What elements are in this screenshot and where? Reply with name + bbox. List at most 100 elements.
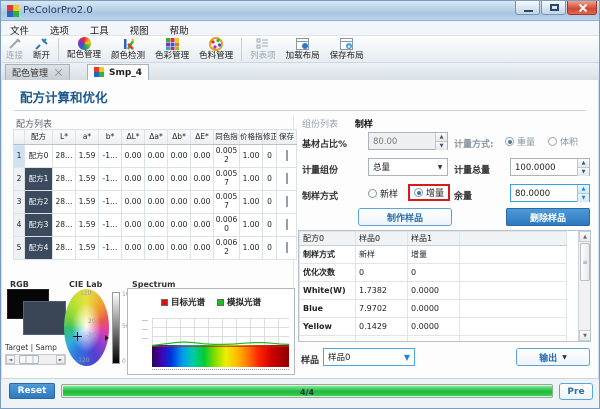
connect-icon <box>7 37 22 51</box>
menu-options[interactable]: 选项 <box>41 21 78 37</box>
title-divider <box>14 110 586 111</box>
axis-label: -20 <box>86 332 96 339</box>
save-layout-button[interactable]: 保存布局 <box>325 36 369 63</box>
formula-header-row: 配方 L* a* b* ΔL* Δa* Δb* ΔE* 同色指 价格指 修正次 … <box>14 130 297 145</box>
sample-table-row[interactable]: 制样方式 新样 增量 <box>300 246 567 264</box>
close-button[interactable] <box>567 1 597 15</box>
formula-row[interactable]: 4 配方3 28… 1.59 -1… 0.00 0.00 0.00 0.00 0… <box>14 214 297 237</box>
measure-comp-dropdown[interactable]: 总量 ▼ <box>368 158 448 176</box>
radio-increment[interactable]: 增量 <box>414 186 444 199</box>
sample-table-row[interactable]: White(W) 1.7382 0.0000 <box>300 282 567 300</box>
vertical-scrollbar[interactable]: ▲ ≡ ▼ <box>578 231 590 341</box>
scrollbar-thumb <box>19 355 39 364</box>
swatch-caption: Target | Samp <box>5 343 57 352</box>
pre-button[interactable]: Pre <box>559 383 593 400</box>
toolbar: 连接 断开 配色管理 颜色检测 色彩管理 色料管理 列表项 <box>1 36 599 63</box>
scroll-left-icon: ◄ <box>6 355 15 364</box>
color-match-manage-button[interactable]: 配色管理 <box>62 36 106 63</box>
connect-button[interactable]: 连接 <box>1 36 28 63</box>
colorant-icon <box>209 37 224 51</box>
sample-table-row[interactable]: Yellow 0.1429 0.0000 <box>300 318 567 336</box>
window-title: PeColorPro2.0 <box>23 5 93 16</box>
close-tab-icon[interactable] <box>54 68 63 77</box>
menu-help[interactable]: 帮助 <box>161 21 198 37</box>
scroll-down-icon: ▼ <box>579 330 591 341</box>
sample-table-row[interactable]: Red 122 10.1487 0.0000 <box>300 336 567 343</box>
disconnect-button[interactable]: 断开 <box>28 36 55 63</box>
radio-new-sample[interactable]: 新样 <box>368 187 398 200</box>
measure-mode-label: 计量方式: <box>454 137 494 150</box>
load-layout-button[interactable]: 加载布局 <box>281 36 325 63</box>
save-checkbox[interactable] <box>286 196 288 207</box>
menu-view[interactable]: 视图 <box>121 21 158 37</box>
spectrum-legend: 目标光谱 模拟光谱 <box>128 289 294 308</box>
disconnect-icon <box>34 37 49 51</box>
radio-volume[interactable]: 体积 <box>548 135 578 148</box>
rgb-panel-title: RGB <box>10 280 29 289</box>
radio-icon <box>414 188 423 197</box>
make-sample-button[interactable]: 制作样品 <box>358 208 452 226</box>
save-checkbox[interactable] <box>286 219 288 230</box>
color-manage-button[interactable]: 色彩管理 <box>150 36 194 63</box>
spectrum-chart: 目标光谱 模拟光谱 <box>127 288 295 375</box>
chevron-down-icon: ▼ <box>400 353 414 362</box>
main-content: 配方计算和优化 配方列表 配方 L* a* b* ΔL* Δa* Δb* ΔE*… <box>2 80 598 378</box>
lab-color-ellipse <box>64 289 109 366</box>
reset-button[interactable]: Reset <box>9 383 55 399</box>
horizontal-scrollbar[interactable]: ◄ ► <box>5 354 66 365</box>
progress-bar: 4/4 <box>61 384 553 398</box>
status-bar: Reset 4/4 Pre <box>1 378 599 408</box>
sample-select-dropdown[interactable]: 样品0 ▼ <box>323 348 415 366</box>
l-scale-label: 0 <box>122 358 126 365</box>
save-layout-icon <box>339 37 354 51</box>
maximize-button[interactable] <box>541 1 566 15</box>
list-items-button[interactable]: 列表项 <box>245 36 281 63</box>
measure-total-spinner[interactable]: 100.0000 ▲▼ <box>510 158 590 176</box>
measure-total-label: 计量总量 <box>454 163 490 176</box>
tab-smp4[interactable]: Smp_4 <box>87 64 149 80</box>
color-wheel-icon <box>78 37 91 50</box>
menu-bar: 文件 选项 工具 视图 帮助 <box>1 21 599 36</box>
formula-row[interactable]: 5 配方4 28… 1.59 -1… 0.00 0.00 0.00 0.00 0… <box>14 237 297 260</box>
legend-target: 目标光谱 <box>161 296 205 308</box>
chevron-down-icon: ▼ <box>562 354 567 361</box>
delete-sample-button[interactable]: 删除样品 <box>506 208 590 226</box>
sample-table-row[interactable]: 优化次数 0 0 <box>300 264 567 282</box>
tab-make-sample[interactable]: 制样 <box>355 120 373 130</box>
cielab-panel-title: CIE Lab <box>69 280 102 289</box>
color-detect-icon <box>121 37 136 51</box>
minimize-button[interactable] <box>515 1 540 15</box>
chevron-down-icon: ▼ <box>433 164 447 171</box>
x-axis-ticks <box>152 369 289 370</box>
tab-color-match-manage[interactable]: 配色管理 <box>5 64 70 80</box>
sample-table-row[interactable]: Blue 7.9702 0.0000 <box>300 300 567 318</box>
sample-select-label: 样品 <box>301 353 319 366</box>
page-title: 配方计算和优化 <box>20 87 108 106</box>
formula-row[interactable]: 2 配方1 28… 1.59 -1… 0.00 0.00 0.00 0.00 0… <box>14 168 297 191</box>
progress-text: 4/4 <box>62 388 552 397</box>
measure-comp-label: 计量组份 <box>302 163 338 176</box>
tab-component-list[interactable]: 组份列表 <box>302 120 338 130</box>
color-detect-button[interactable]: 颜色检测 <box>106 36 150 63</box>
base-ratio-spinner[interactable]: 80.00 ▲▼ <box>368 132 448 150</box>
save-checkbox[interactable] <box>286 150 288 161</box>
document-tab-bar: 配色管理 Smp_4 <box>1 63 599 80</box>
formula-row[interactable]: 3 配方2 28… 1.59 -1… 0.00 0.00 0.00 0.00 0… <box>14 191 297 214</box>
save-checkbox[interactable] <box>286 173 288 184</box>
sample-tab-icon <box>94 67 105 78</box>
colorant-manage-button[interactable]: 色料管理 <box>194 36 238 63</box>
radio-icon <box>368 189 377 198</box>
app-window: PeColorPro2.0 文件 选项 工具 视图 帮助 连接 断开 配色管理 … <box>0 0 600 409</box>
increment-highlight-box: 增量 <box>408 184 450 201</box>
menu-file[interactable]: 文件 <box>1 21 38 37</box>
sample-table: 配方0 样品0 样品1 制样方式 新样 增量 优化次数 0 0 White(W) <box>299 231 567 342</box>
formula-row[interactable]: 1 配方0 28… 1.59 -1… 0.00 0.00 0.00 0.00 0… <box>14 145 297 168</box>
menu-tools[interactable]: 工具 <box>81 21 118 37</box>
remain-spinner[interactable]: 80.0000 ▲▼ <box>510 184 590 202</box>
axis-label: -120 <box>76 357 90 364</box>
output-button[interactable]: 输出 ▼ <box>516 348 590 366</box>
save-checkbox[interactable] <box>286 242 288 253</box>
color-grid-icon <box>165 37 180 51</box>
target-legend-swatch <box>161 299 168 306</box>
radio-weight[interactable]: 重量 <box>505 135 535 148</box>
